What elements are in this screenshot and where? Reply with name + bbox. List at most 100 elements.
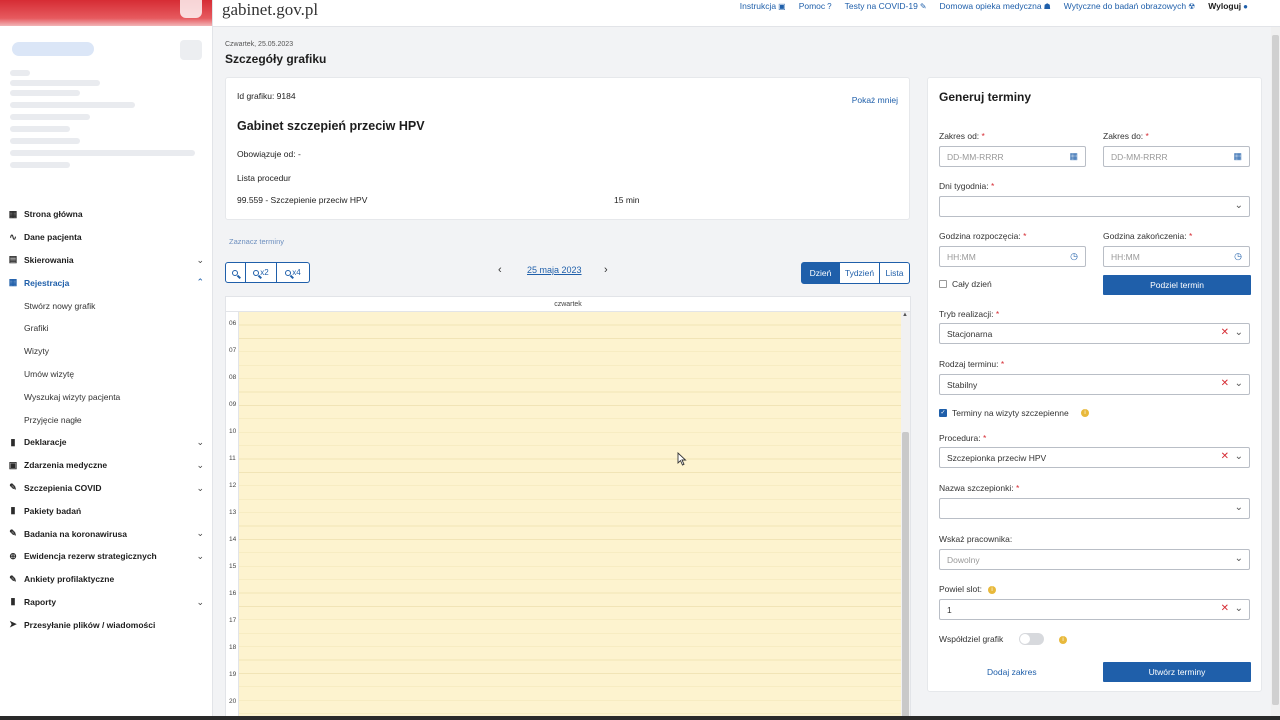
reserve-icon: ⊕ <box>9 550 17 561</box>
range-to-label: Zakres do: * <box>1103 131 1149 141</box>
info-icon[interactable]: i <box>1059 636 1067 644</box>
medical-event-icon: ▣ <box>8 459 18 470</box>
scroll-up-icon[interactable]: ▲ <box>902 312 908 318</box>
weekdays-select[interactable]: ⌄ <box>939 196 1250 217</box>
range-to-input[interactable]: DD-MM-RRRR ▦ <box>1103 146 1250 167</box>
link-label: Instrukcja <box>739 1 777 11</box>
scrollbar-thumb[interactable] <box>902 432 909 720</box>
clock-icon[interactable]: ◷ <box>1234 251 1242 262</box>
chevron-down-icon: ⌄ <box>196 436 204 447</box>
end-time-input[interactable]: HH:MM ◷ <box>1103 246 1250 267</box>
clear-icon[interactable]: ✕ <box>1221 327 1229 338</box>
sidebar-item-strategic-reserves[interactable]: ⊕ Ewidencja rezerw strategicznych ⌄ <box>0 545 212 568</box>
procedure-label: Procedura: * <box>939 433 986 443</box>
calendar-icon[interactable]: ▦ <box>1069 151 1078 162</box>
mark-terms-link[interactable]: Zaznacz terminy <box>229 237 284 246</box>
selected-value: Szczepionka przeciw HPV <box>947 452 1047 463</box>
label-text: Rodzaj terminu: <box>939 359 999 369</box>
link-label: Pomoc <box>798 1 826 11</box>
whole-day-checkbox[interactable] <box>939 280 947 288</box>
sidebar-subitem-emergency[interactable]: Przyjęcie nagłe <box>0 408 212 431</box>
sidebar-item-referrals[interactable]: ▤ Skierowania ⌄ <box>0 249 212 272</box>
hour-label: 17 <box>229 617 237 624</box>
vaccine-name-label: Nazwa szczepionki: * <box>939 483 1019 493</box>
sidebar-item-label: Pakiety badań <box>24 505 82 516</box>
info-icon[interactable]: i <box>988 586 996 594</box>
logout-link[interactable]: Wyloguj ● <box>1208 1 1248 11</box>
zoom-x2-button[interactable]: x2 <box>246 262 277 283</box>
sidebar-item-test-packages[interactable]: ▮ Pakiety badań <box>0 499 212 522</box>
sidebar-subitem-schedules[interactable]: Grafiki <box>0 317 212 340</box>
link-covid-tests[interactable]: Testy na COVID-19 ✎ <box>845 1 927 11</box>
share-schedule-toggle[interactable] <box>1019 633 1044 645</box>
required-marker: * <box>1023 231 1027 241</box>
sidebar-item-coronavirus-tests[interactable]: ✎ Badania na koronawirusa ⌄ <box>0 522 212 545</box>
link-home-care[interactable]: Domowa opieka medyczna ☗ <box>940 1 1051 11</box>
calendar-scrollbar[interactable]: ▲ <box>901 312 910 720</box>
clock-icon[interactable]: ◷ <box>1070 251 1078 262</box>
sidebar-item-registration[interactable]: ▦ Rejestracja ⌃ <box>0 271 212 294</box>
procedure-select[interactable]: Szczepionka przeciw HPV ✕ ⌄ <box>939 447 1250 468</box>
clear-icon[interactable]: ✕ <box>1221 603 1229 614</box>
link-help[interactable]: Pomoc? <box>799 1 832 11</box>
sidebar-item-reports[interactable]: ▮ Raporty ⌄ <box>0 591 212 614</box>
panel-title: Generuj terminy <box>939 90 1032 104</box>
procedure-duration: 15 min <box>614 195 640 205</box>
view-week-button[interactable]: Tydzień <box>840 262 880 284</box>
add-range-link[interactable]: Dodaj zakres <box>987 667 1037 677</box>
sidebar-item-label: Przesyłanie plików / wiadomości <box>24 619 156 630</box>
required-marker: * <box>991 181 995 191</box>
create-terms-button[interactable]: Utwórz terminy <box>1103 662 1251 682</box>
page-scrollbar[interactable] <box>1271 27 1280 720</box>
zoom-x4-button[interactable]: x4 <box>277 262 310 283</box>
link-instructions[interactable]: Instrukcja ▣ <box>740 1 786 11</box>
sidebar-subitem-create-schedule[interactable]: Stwórz nowy grafik <box>0 294 212 317</box>
clear-icon[interactable]: ✕ <box>1221 378 1229 389</box>
sidebar-item-file-transfer[interactable]: ➤ Przesyłanie plików / wiadomości <box>0 613 212 636</box>
sidebar-item-medical-events[interactable]: ▣ Zdarzenia medyczne ⌄ <box>0 454 212 477</box>
sidebar-item-declarations[interactable]: ▮ Deklaracje ⌄ <box>0 431 212 454</box>
sidebar-item-surveys[interactable]: ✎ Ankiety profilaktyczne <box>0 568 212 591</box>
start-time-input[interactable]: HH:MM ◷ <box>939 246 1086 267</box>
view-day-button[interactable]: Dzień <box>801 262 840 284</box>
link-label: Testy na COVID-19 <box>844 1 918 11</box>
calendar-date[interactable]: 25 maja 2023 <box>527 265 582 275</box>
schedule-name: Gabinet szczepień przeciw HPV <box>237 119 425 133</box>
zoom-button[interactable] <box>225 262 246 283</box>
chevron-left-icon[interactable]: ‹ <box>498 264 502 276</box>
repeat-slot-select[interactable]: 1 ✕ ⌄ <box>939 599 1250 620</box>
vaccine-name-select[interactable]: ⌄ <box>939 498 1250 519</box>
link-imaging-guidelines[interactable]: Wytyczne do badań obrazowych ☢ <box>1064 1 1195 11</box>
scrollbar-thumb[interactable] <box>1272 35 1279 705</box>
mode-select[interactable]: Stacjonarna ✕ ⌄ <box>939 323 1250 344</box>
employee-select[interactable]: Dowolny ⌄ <box>939 549 1250 570</box>
show-less-link[interactable]: Pokaż mniej <box>852 95 898 105</box>
brand-logo[interactable]: gabinet.gov.pl <box>222 0 318 20</box>
vaccine-terms-checkbox[interactable]: ✓ <box>939 409 947 417</box>
required-marker: * <box>1145 131 1149 141</box>
required-marker: * <box>1016 483 1020 493</box>
virus-test-icon: ✎ <box>9 528 17 539</box>
zoom-controls: x2 x4 <box>225 262 310 283</box>
range-from-input[interactable]: DD-MM-RRRR ▦ <box>939 146 1086 167</box>
calendar-time-slots[interactable] <box>239 312 902 720</box>
placeholder-text: DD-MM-RRRR <box>1111 151 1168 162</box>
chevron-down-icon: ⌄ <box>196 596 204 607</box>
view-switcher: Dzień Tydzień Lista <box>801 262 910 284</box>
term-type-select[interactable]: Stabilny ✕ ⌄ <box>939 374 1250 395</box>
split-term-button[interactable]: Podziel termin <box>1103 275 1251 295</box>
sidebar-item-covid-vaccination[interactable]: ✎ Szczepienia COVID ⌄ <box>0 477 212 500</box>
sidebar-subitem-book-visit[interactable]: Umów wizytę <box>0 363 212 386</box>
label-text: Dni tygodnia: <box>939 181 989 191</box>
sidebar-subitem-search-visits[interactable]: Wyszukaj wizyty pacjenta <box>0 385 212 408</box>
calendar-icon[interactable]: ▦ <box>1233 151 1242 162</box>
info-icon[interactable]: i <box>1081 409 1089 417</box>
user-icon: ● <box>1243 2 1248 11</box>
view-list-button[interactable]: Lista <box>880 262 910 284</box>
clear-icon[interactable]: ✕ <box>1221 451 1229 462</box>
sidebar-item-patient-data[interactable]: ∿ Dane pacjenta <box>0 226 212 249</box>
sidebar-subitem-visits[interactable]: Wizyty <box>0 340 212 363</box>
start-time-label: Godzina rozpoczęcia: * <box>939 231 1026 241</box>
sidebar-item-home[interactable]: ▦ Strona główna <box>0 203 212 226</box>
chevron-right-icon[interactable]: › <box>604 264 608 276</box>
